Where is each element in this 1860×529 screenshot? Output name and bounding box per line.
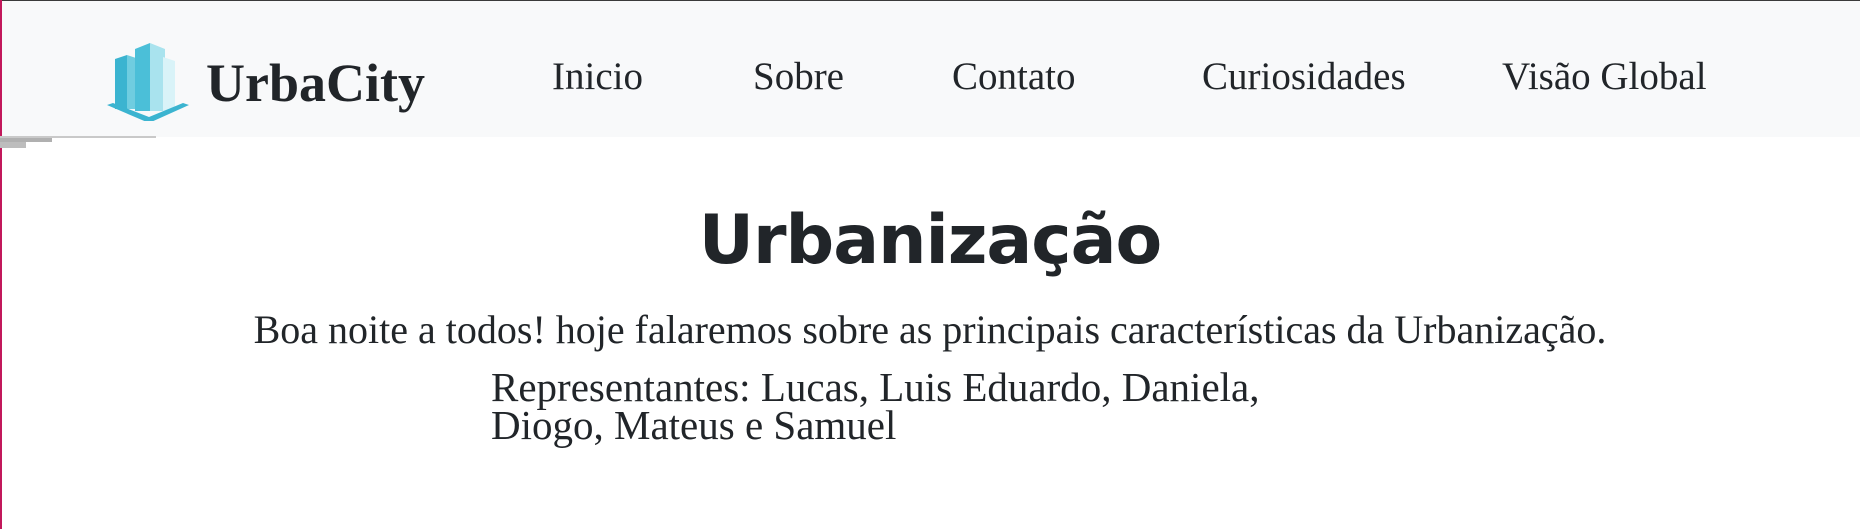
brand-name: UrbaCity — [206, 53, 425, 113]
render-artifact — [0, 142, 26, 148]
nav-link-visao-global[interactable]: Visão Global — [1502, 57, 1707, 96]
city-buildings-icon — [107, 43, 189, 121]
page-title: Urbanização — [698, 201, 1162, 280]
nav-link-inicio[interactable]: Inicio — [552, 57, 643, 96]
representatives-line: Diogo, Mateus e Samuel — [491, 402, 897, 448]
representatives-text: Representantes: Lucas, Luis Eduardo, Dan… — [491, 364, 1361, 448]
intro-text: Boa noite a todos! hoje falaremos sobre … — [253, 307, 1607, 352]
nav-link-sobre[interactable]: Sobre — [753, 57, 844, 96]
nav-link-curiosidades[interactable]: Curiosidades — [1202, 57, 1406, 96]
nav-link-contato[interactable]: Contato — [952, 57, 1076, 96]
brand-link[interactable]: UrbaCity — [105, 41, 425, 121]
representatives-line: Representantes: Lucas, Luis Eduardo, Dan… — [491, 364, 1260, 410]
top-navbar: UrbaCity Inicio Sobre Contato Curiosidad… — [2, 1, 1860, 137]
